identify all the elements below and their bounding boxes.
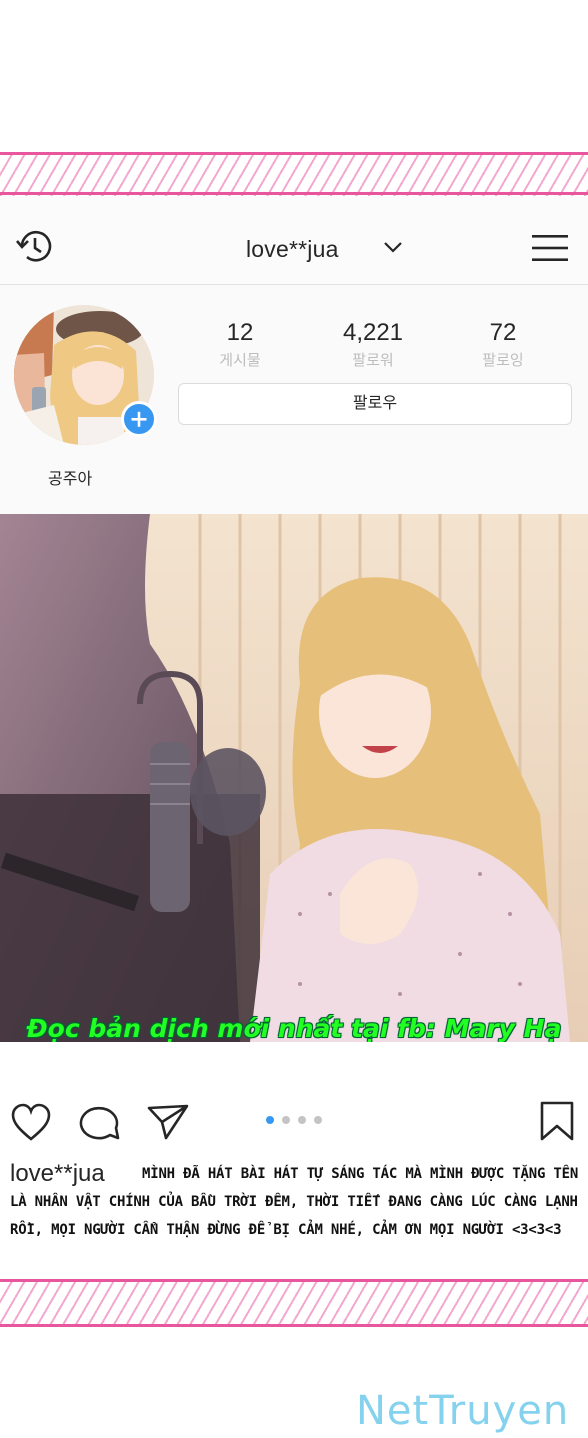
following-stat[interactable]: 72 팔로잉 xyxy=(443,319,563,370)
site-logo: NetTruyen xyxy=(356,1388,570,1434)
chevron-down-icon[interactable] xyxy=(383,240,403,254)
posts-label: 게시물 xyxy=(219,352,261,369)
posts-stat[interactable]: 12 게시물 xyxy=(180,319,300,370)
history-icon[interactable] xyxy=(14,226,56,268)
following-label: 팔로잉 xyxy=(482,352,524,369)
posts-count: 12 xyxy=(226,319,254,346)
top-stripe-band xyxy=(0,155,588,197)
add-icon xyxy=(131,411,147,427)
instagram-card: love**jua 12 게시물 4,221 팔로워 72 팔로잉 팔로우 공주… xyxy=(0,196,588,1279)
heart-icon[interactable] xyxy=(10,1102,52,1142)
carousel-dot[interactable] xyxy=(298,1116,306,1124)
profile-header: love**jua xyxy=(0,196,588,285)
post-image[interactable]: Đọc bản dịch mới nhất tại fb: Mary Hạ Lụ… xyxy=(0,514,588,1042)
menu-icon[interactable] xyxy=(532,234,568,262)
followers-stat[interactable]: 4,221 팔로워 xyxy=(313,319,433,370)
carousel-dot[interactable] xyxy=(282,1116,290,1124)
send-icon[interactable] xyxy=(146,1102,190,1142)
translation-watermark: Đọc bản dịch mới nhất tại fb: Mary Hạ Lụ… xyxy=(26,1014,562,1042)
add-story-button[interactable] xyxy=(121,401,157,437)
profile-section: 12 게시물 4,221 팔로워 72 팔로잉 팔로우 공주아 xyxy=(0,285,588,515)
bottom-pink-line-2 xyxy=(0,1324,588,1327)
follow-button[interactable]: 팔로우 xyxy=(178,383,572,425)
profile-display-name: 공주아 xyxy=(48,471,93,488)
post-illustration xyxy=(0,514,588,1042)
carousel-dot-active[interactable] xyxy=(266,1116,274,1124)
bottom-stripe-band xyxy=(0,1282,588,1324)
bookmark-icon[interactable] xyxy=(538,1100,576,1142)
username-title[interactable]: love**jua xyxy=(246,236,339,263)
followers-count: 4,221 xyxy=(342,319,404,346)
top-pink-line-2 xyxy=(0,192,588,195)
following-count: 72 xyxy=(489,319,517,346)
followers-label: 팔로워 xyxy=(352,352,394,369)
caption-username[interactable]: love**jua xyxy=(10,1160,111,1188)
carousel-dot[interactable] xyxy=(314,1116,322,1124)
comment-icon[interactable] xyxy=(78,1102,122,1142)
